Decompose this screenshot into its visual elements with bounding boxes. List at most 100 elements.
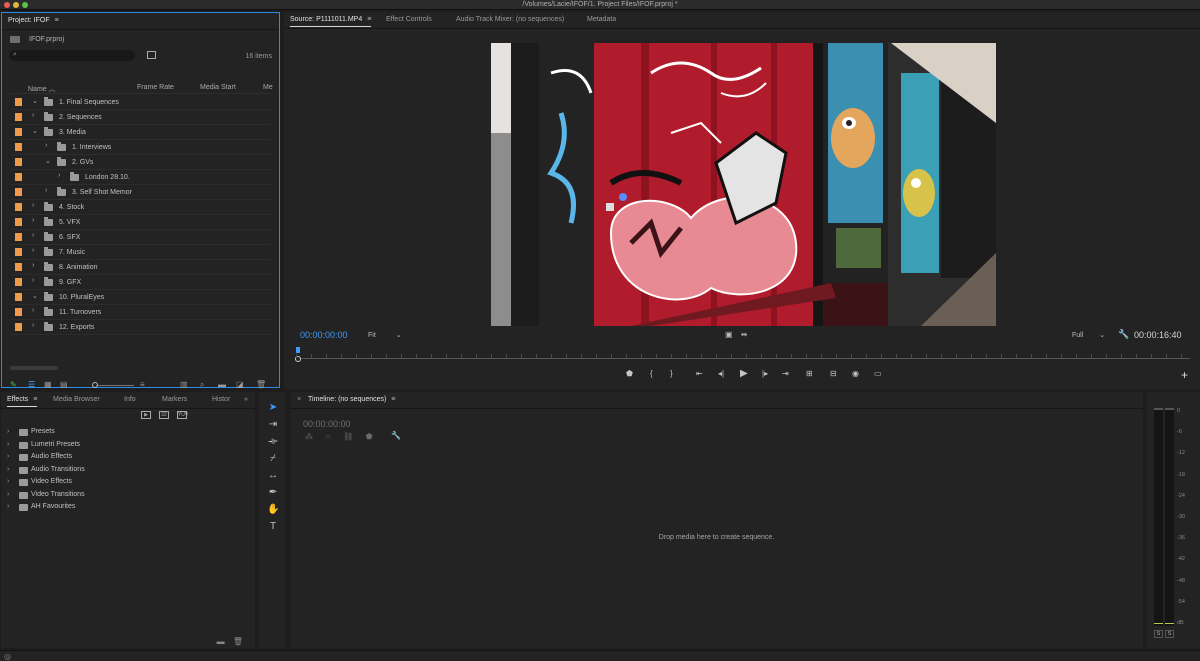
list-item[interactable]: ⌄ 1. Final Sequences <box>10 95 271 110</box>
step-back-icon[interactable]: ◂| <box>718 369 724 378</box>
list-view-icon[interactable]: ☰ <box>28 380 35 389</box>
tab-timeline[interactable]: Timeline: (no sequences) ≡ <box>308 396 395 403</box>
tab-info[interactable]: Info <box>124 396 136 403</box>
go-to-out-icon[interactable]: ⇥ <box>782 369 789 378</box>
disclosure-closed-icon[interactable]: › <box>7 466 9 473</box>
freeform-view-icon[interactable]: ▤ <box>60 380 68 389</box>
label-color-chip[interactable] <box>15 323 22 331</box>
label-color-chip[interactable] <box>15 98 22 106</box>
button-editor-plus-icon[interactable]: + <box>1181 368 1188 382</box>
drag-audio-only-icon[interactable]: ⇹ <box>741 330 748 339</box>
new-bin-icon[interactable]: ▬ <box>217 637 225 646</box>
new-item-icon[interactable]: ◪ <box>236 380 244 389</box>
linked-selection-icon[interactable]: ⛓ <box>343 432 353 441</box>
mark-in-icon[interactable]: { <box>650 369 653 378</box>
list-item[interactable]: › 6. SFX <box>10 230 271 245</box>
razor-tool-icon[interactable]: ⌿ <box>267 453 279 464</box>
drag-video-only-icon[interactable]: ▣ <box>725 330 733 339</box>
label-color-chip[interactable] <box>15 218 22 226</box>
disclosure-open-icon[interactable]: ⌄ <box>32 292 38 300</box>
list-item[interactable]: › 1. Interviews <box>10 140 271 155</box>
list-item[interactable]: › 2. Sequences <box>10 110 271 125</box>
list-item[interactable]: › London 28.10. <box>10 170 271 185</box>
label-color-chip[interactable] <box>15 173 22 181</box>
disclosure-closed-icon[interactable]: › <box>7 478 9 485</box>
automate-to-sequence-icon[interactable]: ▥ <box>180 380 188 389</box>
add-marker-icon[interactable]: ⬟ <box>366 432 373 441</box>
close-tab-icon[interactable]: × <box>297 396 301 403</box>
column-media-start[interactable]: Media Start <box>200 84 236 91</box>
accelerated-effects-icon[interactable]: ▶ <box>141 411 151 419</box>
trash-icon[interactable]: 🗑 <box>256 380 266 389</box>
tab-source[interactable]: Source: P1111011.MP4 ≡ <box>290 16 372 27</box>
disclosure-closed-icon[interactable]: › <box>32 232 34 239</box>
label-color-chip[interactable] <box>15 113 22 121</box>
label-color-chip[interactable] <box>15 158 22 166</box>
new-bin-icon[interactable]: ▬ <box>218 380 226 389</box>
list-item[interactable]: ⌄ 10. PluralEyes <box>10 290 271 305</box>
disclosure-closed-icon[interactable]: › <box>32 277 34 284</box>
disclosure-closed-icon[interactable]: › <box>32 112 34 119</box>
source-timecode-in[interactable]: 00:00:00:00 <box>300 330 348 340</box>
disclosure-closed-icon[interactable]: › <box>7 428 9 435</box>
panel-menu-icon[interactable]: ≡ <box>367 16 371 23</box>
column-name[interactable]: Name ︿ <box>28 84 56 94</box>
more-panels-chevron-icon[interactable]: » <box>244 396 248 403</box>
step-forward-icon[interactable]: |▸ <box>762 369 768 378</box>
trash-icon[interactable]: 🗑 <box>233 637 243 646</box>
label-color-chip[interactable] <box>15 308 22 316</box>
overwrite-icon[interactable]: ⊟ <box>830 369 837 378</box>
disclosure-closed-icon[interactable]: › <box>7 491 9 498</box>
horizontal-scrollbar[interactable] <box>10 366 58 370</box>
disclosure-closed-icon[interactable]: › <box>45 187 47 194</box>
disclosure-closed-icon[interactable]: › <box>45 142 47 149</box>
tab-effects[interactable]: Effects ≡ <box>7 396 38 407</box>
disclosure-closed-icon[interactable]: › <box>32 217 34 224</box>
tab-markers[interactable]: Markers <box>162 396 187 403</box>
track-select-tool-icon[interactable]: ⇥ <box>267 419 279 430</box>
yuv-effects-icon[interactable]: YUV <box>176 411 188 419</box>
find-icon[interactable]: ⌕ <box>200 380 204 390</box>
tab-media-browser[interactable]: Media Browser <box>53 396 100 403</box>
pen-tool-icon[interactable]: ✒ <box>267 487 279 498</box>
list-item[interactable]: › 4. Stock <box>10 200 271 215</box>
go-to-in-icon[interactable]: ⇤ <box>696 369 703 378</box>
disclosure-closed-icon[interactable]: › <box>7 453 9 460</box>
icon-view-icon[interactable]: ▦ <box>44 380 52 389</box>
mark-out-icon[interactable]: } <box>670 369 673 378</box>
label-color-chip[interactable] <box>15 128 22 136</box>
play-icon[interactable]: ▶ <box>740 368 748 379</box>
column-frame-rate[interactable]: Frame Rate <box>137 84 174 91</box>
disclosure-closed-icon[interactable]: › <box>7 441 9 448</box>
new-search-bin-icon[interactable] <box>147 51 156 59</box>
label-color-chip[interactable] <box>15 263 22 271</box>
timeline-settings-wrench-icon[interactable]: 🔧 <box>391 431 401 440</box>
list-item[interactable]: › 5. VFX <box>10 215 271 230</box>
playback-resolution-dropdown[interactable]: Full ⌄ <box>1072 331 1105 339</box>
disclosure-closed-icon[interactable]: › <box>7 503 9 510</box>
type-tool-icon[interactable]: T <box>267 521 279 532</box>
label-color-chip[interactable] <box>15 143 22 151</box>
settings-wrench-icon[interactable]: 🔧 <box>1118 329 1129 340</box>
nest-icon[interactable]: ⁂ <box>305 432 313 441</box>
disclosure-closed-icon[interactable]: › <box>32 262 34 269</box>
sort-icon[interactable]: ≡ <box>140 380 145 389</box>
solo-right-button[interactable]: S <box>1165 630 1174 638</box>
panel-menu-icon[interactable]: ≡ <box>33 396 37 403</box>
disclosure-closed-icon[interactable]: › <box>32 322 34 329</box>
label-color-chip[interactable] <box>15 293 22 301</box>
tab-effect-controls[interactable]: Effect Controls <box>386 16 432 23</box>
list-item[interactable]: › 12. Exports <box>10 320 271 335</box>
playhead-marker[interactable] <box>296 347 300 353</box>
disclosure-open-icon[interactable]: ⌄ <box>45 157 51 165</box>
compare-icon[interactable]: ▭ <box>874 369 882 378</box>
tab-audio-track-mixer[interactable]: Audio Track Mixer: (no sequences) <box>456 16 564 23</box>
ripple-edit-tool-icon[interactable]: ⟛ <box>267 436 279 447</box>
disclosure-open-icon[interactable]: ⌄ <box>32 97 38 105</box>
label-color-chip[interactable] <box>15 188 22 196</box>
label-color-chip[interactable] <box>15 233 22 241</box>
status-eye-icon[interactable]: ◎ <box>4 652 11 661</box>
32bit-effects-icon[interactable]: 32 <box>158 411 169 419</box>
export-frame-camera-icon[interactable]: ◉ <box>852 369 859 378</box>
disclosure-open-icon[interactable]: ⌄ <box>32 127 38 135</box>
